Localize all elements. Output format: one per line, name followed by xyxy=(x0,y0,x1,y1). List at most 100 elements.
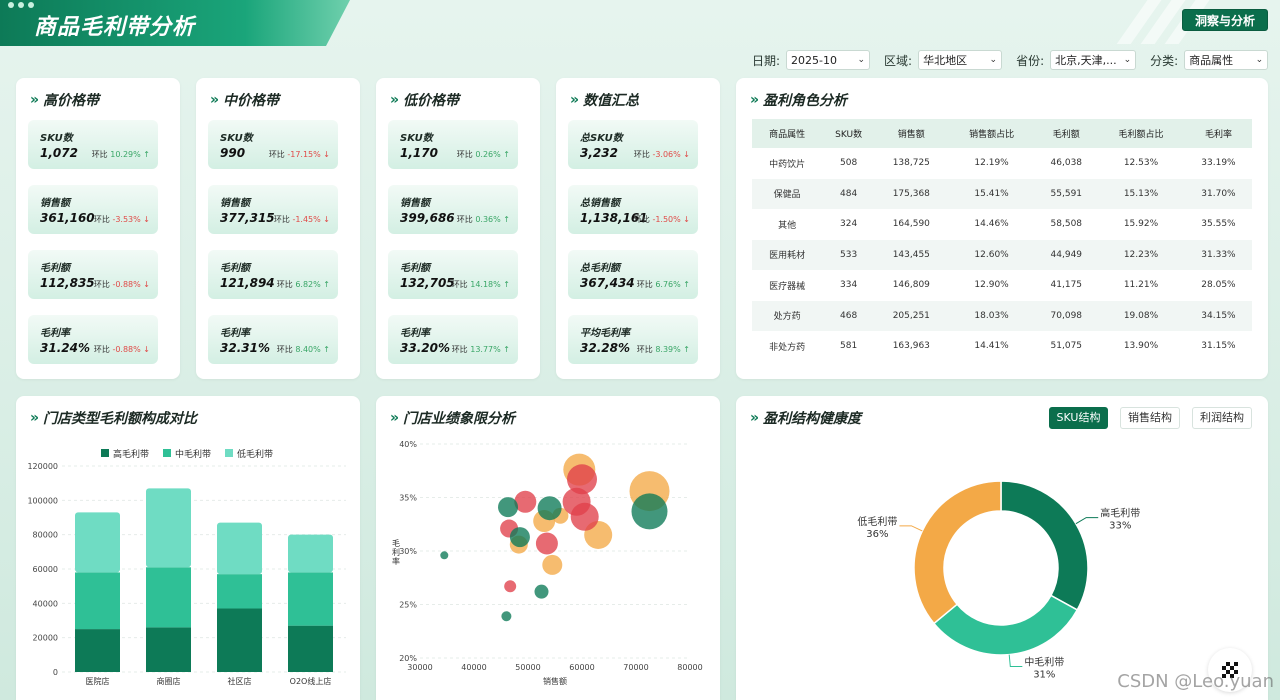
donut-chart: 高毛利带33% 中毛利带31% 低毛利带36% xyxy=(857,480,1140,681)
metric-card: 毛利额 121,894 环比 6.82% ↑ xyxy=(208,250,338,299)
table-cell: 处方药 xyxy=(752,300,823,331)
table-row[interactable]: 处方药 468 205,251 18.03% 70,098 19.08% 34.15% xyxy=(752,300,1252,331)
metric-card: 毛利额 132,705 环比 14.18% ↑ xyxy=(388,250,518,299)
leader-line xyxy=(1008,654,1023,668)
metric-card: SKU数 1,072 环比 10.29% ↑ xyxy=(28,120,158,169)
province-select[interactable]: 北京,天津,... ⌄ xyxy=(1050,50,1137,70)
table-row[interactable]: 医疗器械 334 146,809 12.90% 41,175 11.21% 28.05% xyxy=(752,270,1252,301)
band-card-high: » 高价格带 SKU数 1,072 环比 10.29% ↑ 销售额 361,160 环比 … xyxy=(16,78,180,379)
scatter-point xyxy=(537,496,562,521)
table-cell: 35.55% xyxy=(1201,219,1236,230)
bar-segment xyxy=(217,608,262,672)
table-cell: 484 xyxy=(822,178,875,209)
leader-line xyxy=(899,525,923,532)
table-cell: 其他 xyxy=(778,220,797,231)
x-tick-label: 70000 xyxy=(623,663,648,672)
title-dots xyxy=(8,2,34,8)
slice-value: 31% xyxy=(1033,670,1055,681)
scatter-point xyxy=(570,502,599,531)
role-analysis-card: » 盈利角色分析 商品属性 SKU数 销售额 销售额占比 毛利额 毛利额占比 毛利率 中药饮片… xyxy=(736,78,1268,379)
bar-segment xyxy=(75,572,120,630)
table-cell: 44,949 xyxy=(1035,239,1098,270)
y-tick-label: 40000 xyxy=(33,599,58,608)
table-cell: 31.15% xyxy=(1201,341,1236,352)
y-axis-label: 毛 xyxy=(392,538,400,548)
table-header-cell: SKU数 xyxy=(822,119,875,148)
card-title: » 盈利角色分析 xyxy=(750,92,848,109)
table-row[interactable]: 中药饮片 508 138,725 12.19% 46,038 12.53% 33.19% xyxy=(752,148,1252,179)
chevron-down-icon: ⌄ xyxy=(989,55,998,65)
metric-card: 总SKU数 3,232 环比 -3.06% ↓ xyxy=(568,120,698,169)
scatter-point xyxy=(440,551,449,560)
chevron-down-icon: ⌄ xyxy=(1255,55,1264,65)
table-row[interactable]: 保健品 484 175,368 15.41% 55,591 15.13% 31.70% xyxy=(752,178,1252,209)
table-cell: 34.15% xyxy=(1184,300,1252,331)
filter-label-province: 省份: xyxy=(1016,53,1045,68)
arrow-up-icon: ↑ xyxy=(500,280,510,289)
table-cell: 334 xyxy=(840,280,858,291)
table-cell: 508 xyxy=(840,158,858,169)
y-tick-label: 25% xyxy=(399,601,417,610)
table-cell: 46,038 xyxy=(1050,158,1083,169)
table-cell: 138,725 xyxy=(892,158,930,169)
region-select[interactable]: 华北地区 ⌄ xyxy=(918,50,1003,70)
arrow-up-icon: ↑ xyxy=(320,280,330,289)
table-cell: 164,590 xyxy=(892,219,930,230)
y-tick-label: 20% xyxy=(399,654,417,663)
table-cell: 12.53% xyxy=(1123,158,1159,169)
filter-bar: 日期: 2025-10 ⌄ 区域: 华北地区 ⌄ 省份: 北京,天津,... ⌄… xyxy=(752,50,1269,70)
metric-card: 毛利率 33.20% 环比 13.77% ↑ xyxy=(388,315,518,364)
province-select-value: 北京,天津,... xyxy=(1055,54,1117,67)
double-chevron-icon: » xyxy=(570,92,580,108)
arrow-down-icon: ↓ xyxy=(320,150,330,159)
metric-card: 毛利率 31.24% 环比 -0.88% ↓ xyxy=(28,315,158,364)
y-axis-label: 率 xyxy=(392,556,400,566)
y-tick-label: 60000 xyxy=(33,565,58,574)
table-row[interactable]: 其他 324 164,590 14.46% 58,508 15.92% 35.55% xyxy=(752,209,1252,240)
insight-button[interactable]: 洞察与分析 xyxy=(1182,9,1268,31)
date-select[interactable]: 2025-10 ⌄ xyxy=(786,50,871,70)
table-cell: 医疗器械 xyxy=(769,281,806,292)
metric-card: 销售额 399,686 环比 0.36% ↑ xyxy=(388,185,518,234)
y-tick-label: 80000 xyxy=(33,531,58,540)
table-cell: 175,368 xyxy=(874,178,948,209)
table-cell: 15.92% xyxy=(1123,219,1159,230)
arrow-down-icon: ↓ xyxy=(140,345,150,354)
y-axis-label: 利 xyxy=(392,547,400,557)
band-card-mid: » 中价格带 SKU数 990 环比 -17.15% ↓ 销售额 377,315 环比 -… xyxy=(196,78,360,379)
table-row[interactable]: 医用耗材 533 143,455 12.60% 44,949 12.23% 31.33% xyxy=(752,239,1252,270)
x-tick-label: O2O线上店 xyxy=(290,676,332,686)
y-tick-label: 100000 xyxy=(27,496,58,505)
table-header-cell: 商品属性 xyxy=(752,119,823,148)
chevron-down-icon: ⌄ xyxy=(857,55,866,65)
table-cell: 15.13% xyxy=(1097,178,1185,209)
band-card-low: » 低价格带 SKU数 1,170 环比 0.26% ↑ 销售额 399,686 环比 0… xyxy=(376,78,540,379)
table-row[interactable]: 非处方药 581 163,963 14.41% 51,075 13.90% 31.15% xyxy=(752,331,1252,362)
role-table: 商品属性 SKU数 销售额 销售额占比 毛利额 毛利额占比 毛利率 中药饮片 508 138,7… xyxy=(752,119,1252,362)
table-cell: 143,455 xyxy=(874,239,948,270)
category-select[interactable]: 商品属性 ⌄ xyxy=(1184,50,1269,70)
table-cell: 31.70% xyxy=(1184,178,1252,209)
y-tick-label: 0 xyxy=(53,668,58,677)
metric-card: SKU数 990 环比 -17.15% ↓ xyxy=(208,120,338,169)
table-cell: 205,251 xyxy=(874,300,948,331)
metric-card: 销售额 361,160 环比 -3.53% ↓ xyxy=(28,185,158,234)
table-header-cell: 毛利额占比 xyxy=(1097,119,1185,148)
scatter-point xyxy=(509,527,530,548)
x-tick-label: 30000 xyxy=(407,663,432,672)
arrow-down-icon: ↓ xyxy=(680,215,690,224)
header-bar: 商品毛利带分析 洞察与分析 xyxy=(0,0,1280,46)
arrow-up-icon: ↑ xyxy=(500,215,510,224)
table-header-cell: 销售额 xyxy=(874,119,948,148)
arrow-up-icon: ↑ xyxy=(680,280,690,289)
arrow-down-icon: ↓ xyxy=(140,280,150,289)
table-cell: 55,591 xyxy=(1035,178,1098,209)
x-tick-label: 50000 xyxy=(515,663,540,672)
profit-structure-card: » 盈利结构健康度 SKU结构 销售结构 利润结构 高毛利带 33% 中毛利带 31% 低… xyxy=(736,396,1268,700)
bar-segment xyxy=(146,488,191,568)
x-tick-label: 医院店 xyxy=(86,676,110,686)
metric-card: SKU数 1,170 环比 0.26% ↑ xyxy=(388,120,518,169)
date-select-value: 2025-10 xyxy=(791,53,838,67)
arrow-up-icon: ↑ xyxy=(500,345,510,354)
table-cell: 非处方药 xyxy=(769,342,806,353)
